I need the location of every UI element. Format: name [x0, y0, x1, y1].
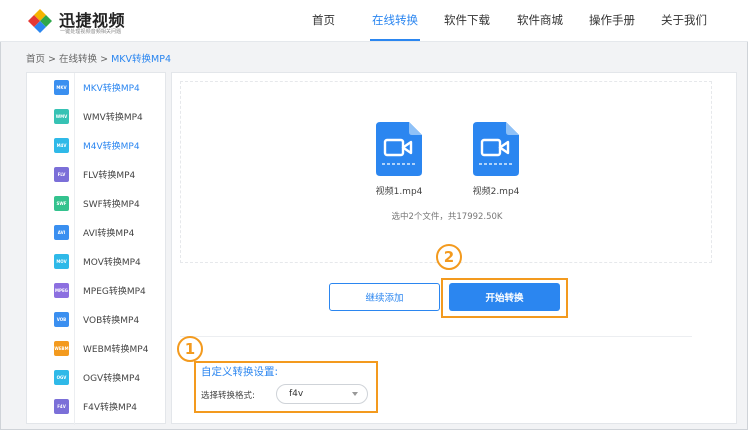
file-dropzone[interactable]: 视频1.mp4 视频2.mp4 选中2个文件，共17992.50K	[180, 81, 712, 263]
video-file-icon	[376, 122, 422, 176]
breadcrumb-home[interactable]: 首页	[26, 54, 45, 65]
video-file-icon	[473, 122, 519, 176]
sidebar-item-label: WMV转换MP4	[83, 113, 143, 123]
sidebar-item-label: FLV转换MP4	[83, 171, 136, 181]
breadcrumb-section[interactable]: 在线转换	[59, 54, 97, 65]
f4v-file-icon: F4V	[54, 399, 69, 414]
sidebar-item-webm[interactable]: WEBM WEBM转换MP4	[27, 334, 167, 363]
nav-online-convert[interactable]: 在线转换	[372, 0, 418, 42]
sidebar-item-f4v[interactable]: F4V F4V转换MP4	[27, 392, 167, 421]
logo[interactable]: 迅捷视频 一键处理视频音频相关问题	[26, 6, 166, 36]
sidebar-item-ogv[interactable]: OGV OGV转换MP4	[27, 363, 167, 392]
mov-file-icon: MOV	[54, 254, 69, 269]
webm-file-icon: WEBM	[54, 341, 69, 356]
file-item[interactable]: 视频1.mp4	[364, 122, 434, 197]
start-convert-button[interactable]: 开始转换	[449, 283, 560, 311]
sidebar-item-mpeg[interactable]: MPEG MPEG转换MP4	[27, 276, 167, 305]
file-name: 视频2.mp4	[472, 187, 520, 197]
nav-about[interactable]: 关于我们	[661, 0, 707, 42]
logo-icon	[28, 9, 52, 33]
nav-software-store[interactable]: 软件商城	[517, 0, 563, 42]
nav-software-download[interactable]: 软件下载	[444, 0, 490, 42]
file-name: 视频1.mp4	[375, 187, 423, 197]
mkv-file-icon: MKV	[54, 80, 69, 95]
sidebar-item-m4v[interactable]: M4V M4V转换MP4	[27, 131, 167, 160]
sidebar-item-label: F4V转换MP4	[83, 403, 137, 413]
sidebar-item-mkv[interactable]: MKV MKV转换MP4	[27, 73, 167, 102]
m4v-file-icon: M4V	[54, 138, 69, 153]
sidebar-item-wmv[interactable]: WMV WMV转换MP4	[27, 102, 167, 131]
nav-active-indicator	[370, 39, 420, 41]
breadcrumb: 首页 > 在线转换 > MKV转换MP4	[26, 51, 171, 65]
callout-marker-2: 2	[436, 244, 462, 270]
breadcrumb-separator: >	[100, 54, 109, 65]
app-tagline: 一键处理视频音频相关问题	[60, 28, 122, 35]
format-select[interactable]: f4v	[276, 384, 368, 404]
sidebar-item-label: MKV转换MP4	[83, 84, 140, 94]
sidebar-item-label: OGV转换MP4	[83, 374, 141, 384]
chevron-down-icon	[352, 392, 358, 396]
sidebar-item-swf[interactable]: SWF SWF转换MP4	[27, 189, 167, 218]
custom-settings-title: 自定义转换设置:	[201, 366, 279, 378]
nav-home[interactable]: 首页	[312, 0, 335, 42]
converter-panel: 视频1.mp4 视频2.mp4 选中2个文件，共17992.50K 2 继续添加…	[171, 72, 737, 424]
sidebar-item-label: VOB转换MP4	[83, 316, 140, 326]
sidebar-item-label: MPEG转换MP4	[83, 287, 146, 297]
ogv-file-icon: OGV	[54, 370, 69, 385]
file-summary: 选中2个文件，共17992.50K	[391, 212, 503, 222]
avi-file-icon: AVI	[54, 225, 69, 240]
swf-file-icon: SWF	[54, 196, 69, 211]
sidebar-item-label: M4V转换MP4	[83, 142, 140, 152]
format-value: f4v	[289, 389, 304, 399]
nav-manual[interactable]: 操作手册	[589, 0, 635, 42]
continue-add-button[interactable]: 继续添加	[329, 283, 440, 311]
divider	[180, 336, 692, 337]
sidebar-item-label: SWF转换MP4	[83, 200, 140, 210]
sidebar-item-mov[interactable]: MOV MOV转换MP4	[27, 247, 167, 276]
sidebar-item-avi[interactable]: AVI AVI转换MP4	[27, 218, 167, 247]
sidebar-item-flv[interactable]: FLV FLV转换MP4	[27, 160, 167, 189]
breadcrumb-current: MKV转换MP4	[111, 54, 171, 65]
flv-file-icon: FLV	[54, 167, 69, 182]
callout-marker-1: 1	[177, 336, 203, 362]
format-label: 选择转换格式:	[201, 391, 255, 401]
sidebar-item-label: WEBM转换MP4	[83, 345, 149, 355]
breadcrumb-separator: >	[48, 54, 57, 65]
vob-file-icon: VOB	[54, 312, 69, 327]
sidebar-item-label: MOV转换MP4	[83, 258, 141, 268]
file-item[interactable]: 视频2.mp4	[461, 122, 531, 197]
top-header: 迅捷视频 一键处理视频音频相关问题 首页 在线转换 软件下载 软件商城 操作手册…	[0, 0, 748, 42]
sidebar-item-label: AVI转换MP4	[83, 229, 135, 239]
mpeg-file-icon: MPEG	[54, 283, 69, 298]
wmv-file-icon: WMV	[54, 109, 69, 124]
format-sidebar: MKV MKV转换MP4 WMV WMV转换MP4 M4V M4V转换MP4 F…	[26, 72, 167, 425]
sidebar-item-vob[interactable]: VOB VOB转换MP4	[27, 305, 167, 334]
